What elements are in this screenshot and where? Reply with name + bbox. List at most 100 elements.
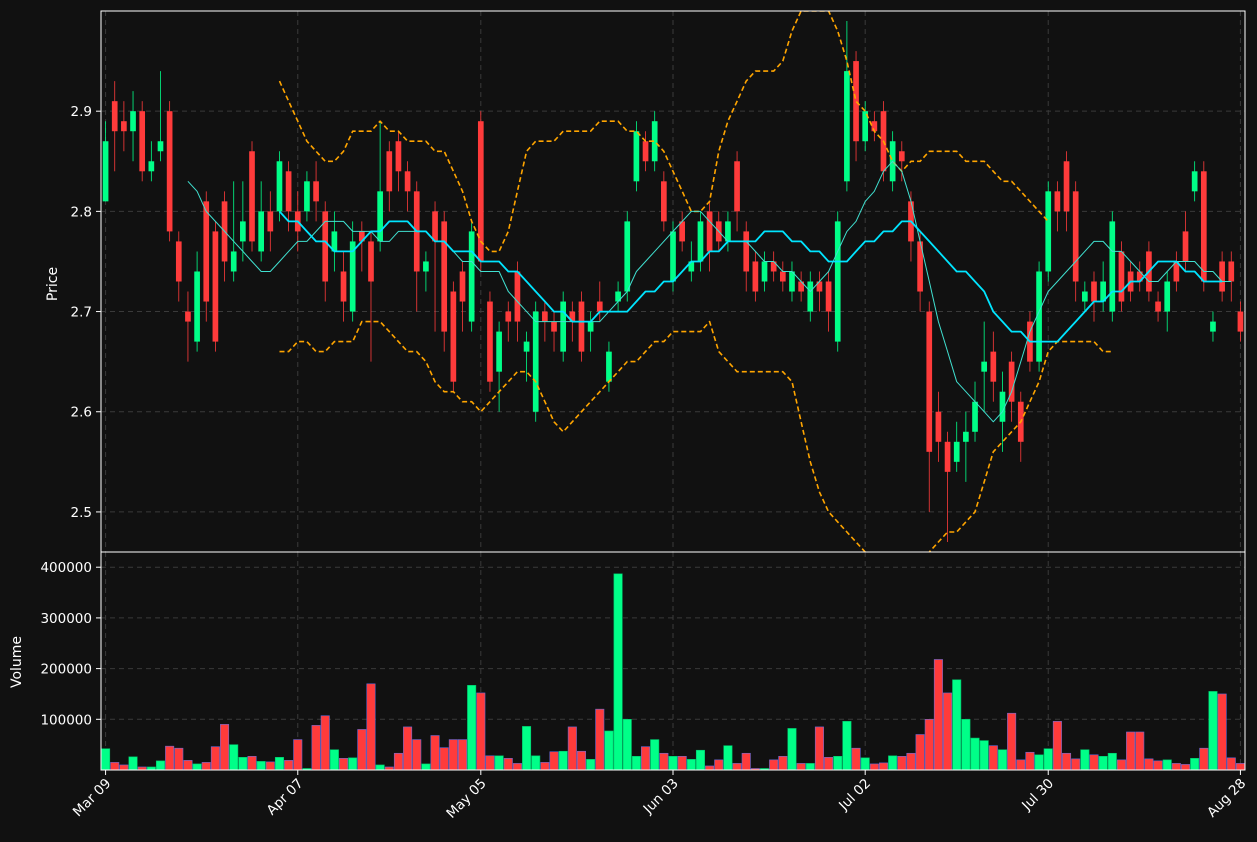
candle-body xyxy=(166,111,173,232)
price-panel: 2.5 2.6 2.7 2.8 2.9 xyxy=(71,10,1246,553)
candle-body xyxy=(240,221,246,242)
candle-body xyxy=(532,311,539,412)
volume-bar xyxy=(320,715,330,770)
candle-body xyxy=(898,151,905,162)
candle-body xyxy=(194,271,200,342)
volume-bar xyxy=(448,739,458,770)
candle-body xyxy=(450,291,457,382)
volume-bar xyxy=(833,756,843,770)
candle-body xyxy=(743,231,750,272)
candle-body xyxy=(386,151,393,192)
volume-bar xyxy=(650,739,660,770)
candle-body xyxy=(249,151,255,242)
candle-body xyxy=(944,441,951,472)
volume-bar xyxy=(165,745,175,770)
x-axis: Mar 09 Apr 07 May 05 Jun 03 Jul 02 Jul 30 Aug … xyxy=(70,770,1249,822)
candle-body xyxy=(551,321,557,332)
candle-body xyxy=(121,121,127,132)
volume-bar xyxy=(586,759,596,770)
volume-panel: 100000 200000 300000 400000 xyxy=(40,551,1246,771)
candle-body xyxy=(111,101,118,132)
volume-bar xyxy=(293,739,303,770)
volume-bar xyxy=(897,756,907,770)
candle-body xyxy=(212,231,219,342)
candle-body xyxy=(1200,171,1207,282)
volume-bar xyxy=(1144,758,1154,770)
candle-body xyxy=(285,171,292,212)
volume-bar xyxy=(311,725,321,770)
candle-body xyxy=(935,411,942,442)
volume-bar xyxy=(1217,693,1227,770)
volume-bar xyxy=(1116,759,1126,770)
volume-bar xyxy=(778,756,788,770)
candle-body xyxy=(725,221,731,242)
candle-body xyxy=(752,261,759,292)
volume-bar xyxy=(805,763,815,770)
candle-body xyxy=(368,241,374,282)
volume-bar xyxy=(256,761,266,770)
volume-y-tick-label: 400000 xyxy=(40,560,92,576)
volume-bar xyxy=(705,765,715,770)
candle-body xyxy=(459,271,466,302)
volume-bar xyxy=(677,756,687,770)
candle-body xyxy=(1219,261,1225,292)
volume-bar xyxy=(1181,764,1191,770)
candle-body xyxy=(276,161,283,212)
volume-bar xyxy=(430,735,440,770)
volume-bar xyxy=(1025,751,1035,770)
volume-bar xyxy=(1162,759,1172,770)
volume-bar xyxy=(869,763,879,770)
candle-body xyxy=(304,181,310,212)
volume-bar xyxy=(155,760,165,770)
volume-bar xyxy=(201,762,211,770)
volume-bar xyxy=(522,726,532,770)
candle-body xyxy=(258,211,264,252)
volume-bar xyxy=(339,758,349,770)
volume-bar xyxy=(110,762,120,770)
volume-bar xyxy=(631,756,641,770)
volume-bar xyxy=(229,744,239,770)
candle-body xyxy=(1164,281,1171,312)
candle-body xyxy=(1072,191,1079,282)
candle-body xyxy=(230,251,237,272)
volume-bar xyxy=(549,751,559,770)
volume-bar xyxy=(1171,763,1181,770)
candlestick-volume-chart: 2.5 2.6 2.7 2.8 2.9 100000 200000 300000 400000… xyxy=(9,10,1249,822)
candle-body xyxy=(267,211,274,232)
candle-body xyxy=(130,111,136,132)
x-tick-label: Apr 07 xyxy=(264,776,307,819)
candle-body xyxy=(404,171,411,192)
candle-body xyxy=(441,221,448,332)
candle-body xyxy=(157,141,164,152)
volume-bar xyxy=(540,762,550,770)
volume-bar xyxy=(824,757,834,770)
volume-bar xyxy=(174,747,184,770)
volume-bar xyxy=(183,760,193,770)
volume-bar xyxy=(329,749,339,770)
candle-body xyxy=(395,141,402,172)
volume-bar xyxy=(1107,752,1117,770)
volume-bar xyxy=(494,755,504,770)
candle-body xyxy=(706,211,713,252)
volume-bar xyxy=(439,747,449,770)
candle-body xyxy=(423,261,429,272)
volume-bar xyxy=(659,752,669,770)
candle-body xyxy=(487,301,493,382)
candle-body xyxy=(661,181,667,222)
volume-bar xyxy=(192,763,202,770)
candle-body xyxy=(1182,231,1189,262)
volume-bar xyxy=(1235,763,1245,770)
x-tick-label: Jun 03 xyxy=(640,776,682,818)
candle-body xyxy=(514,271,521,322)
volume-bar xyxy=(952,679,962,770)
candle-body xyxy=(560,301,567,352)
volume-bar xyxy=(348,757,358,770)
candle-body xyxy=(1109,221,1116,312)
volume-bar xyxy=(284,760,294,770)
candle-body xyxy=(1054,191,1061,212)
candle-body xyxy=(963,431,969,442)
candle-body xyxy=(175,241,182,282)
candle-body xyxy=(578,301,585,352)
volume-bar xyxy=(210,746,220,770)
candle-body xyxy=(102,141,109,202)
